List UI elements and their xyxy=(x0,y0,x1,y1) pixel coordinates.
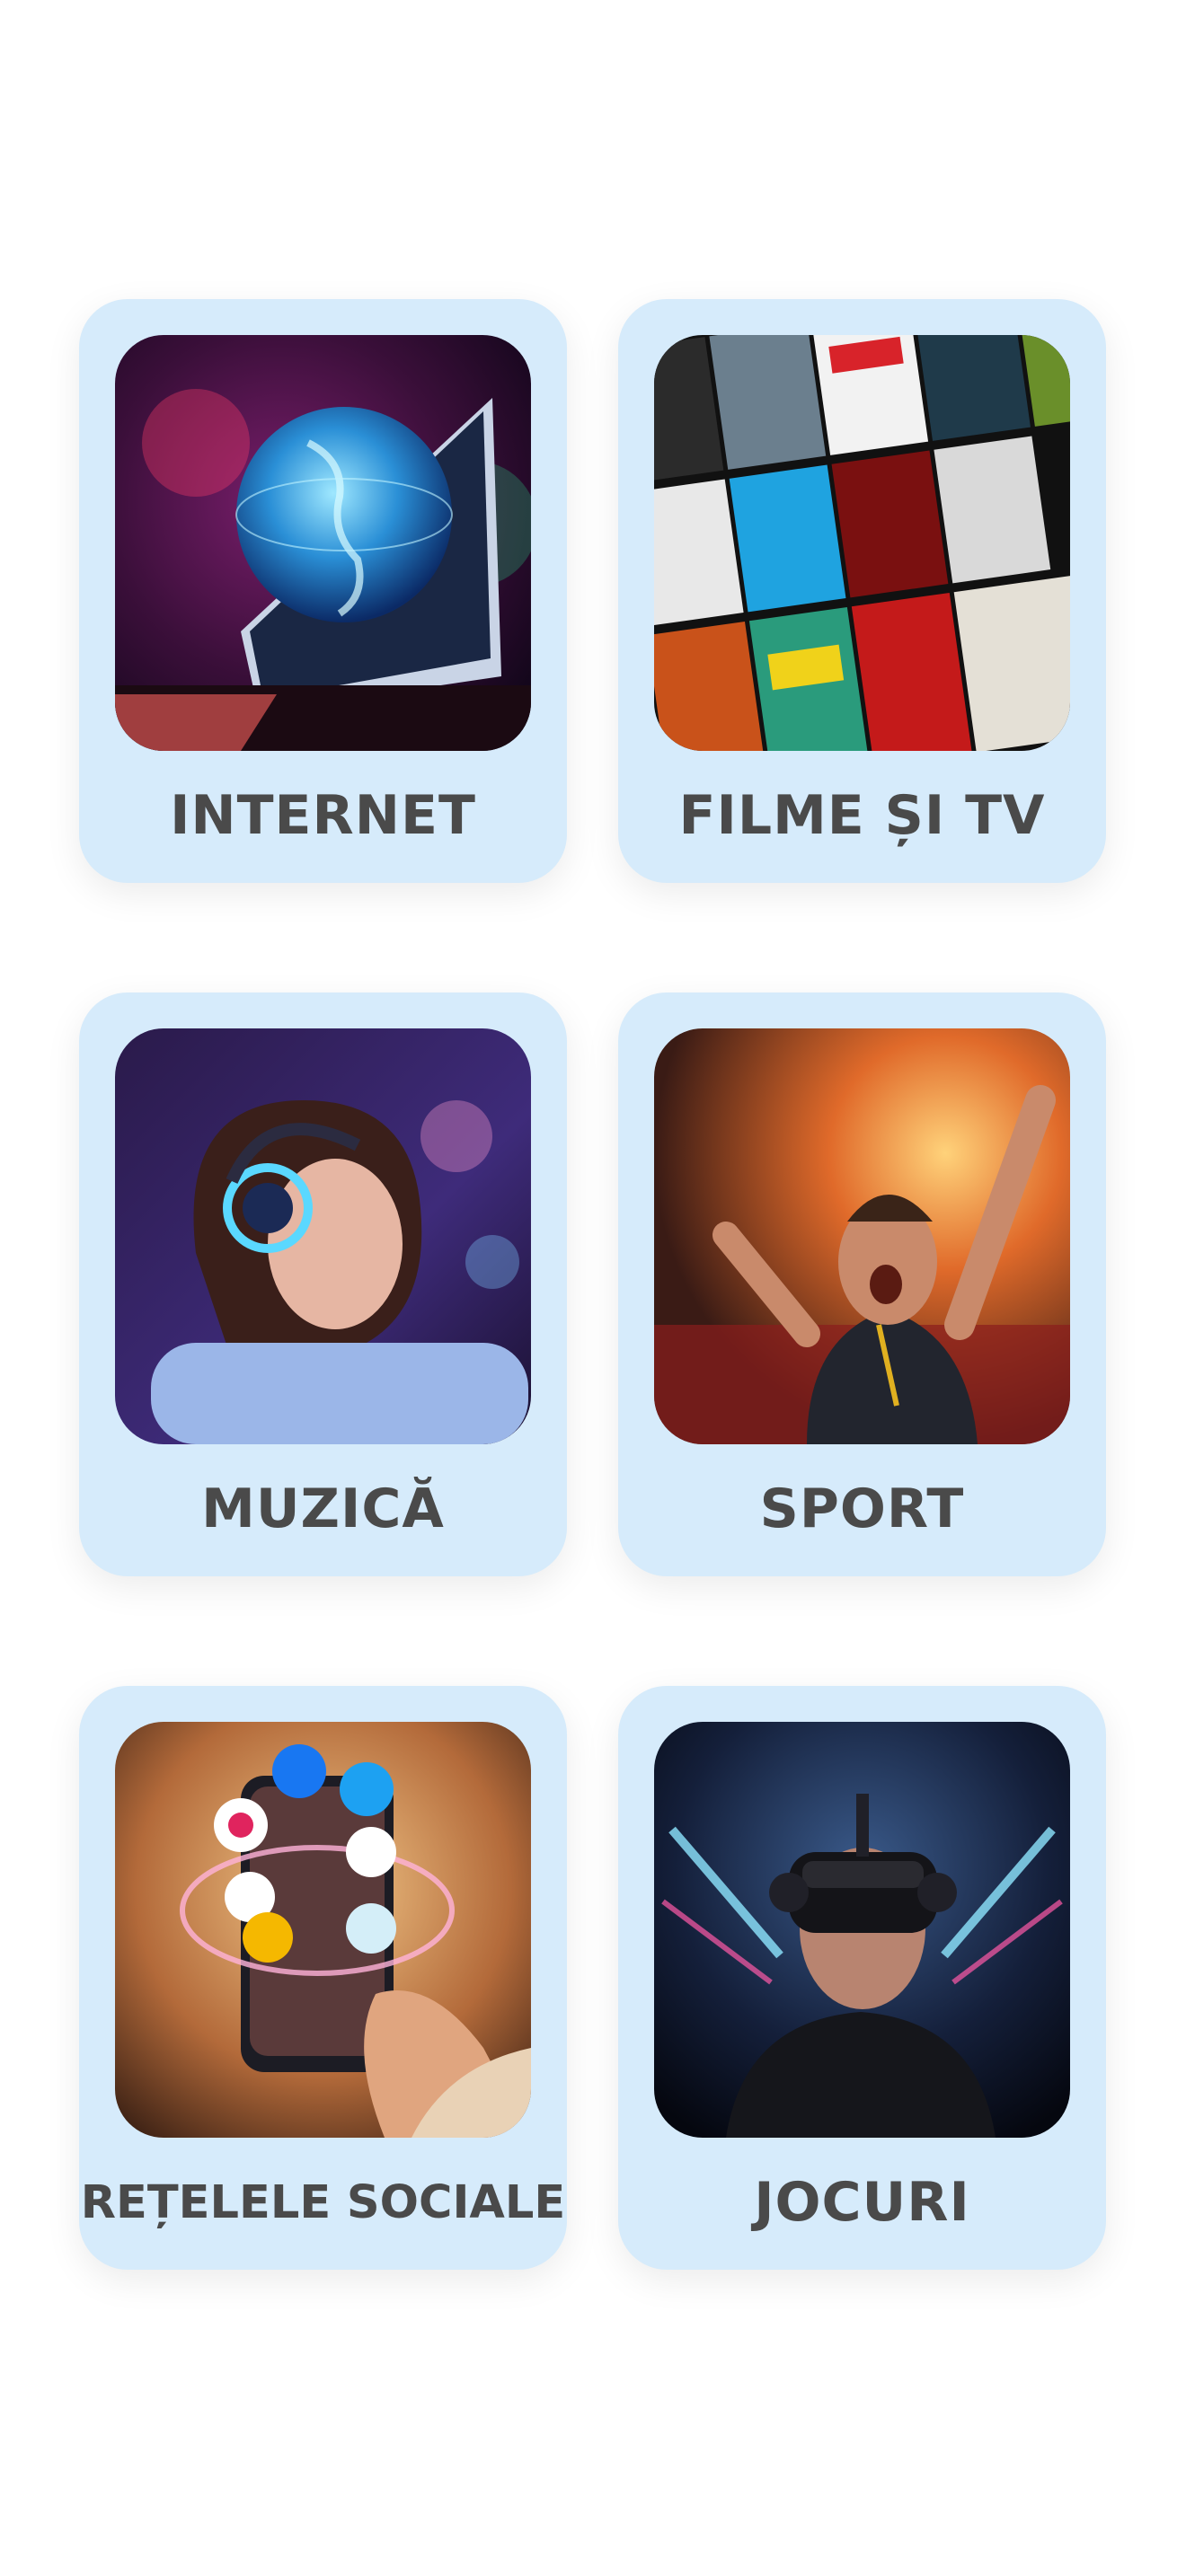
category-card-jocuri[interactable]: JOCURI xyxy=(618,1686,1106,2270)
category-card-muzica[interactable]: MUZICĂ xyxy=(79,992,567,1576)
movie-posters-icon xyxy=(654,335,1070,751)
category-label: FILME ȘI TV xyxy=(678,784,1046,847)
category-label: SPORT xyxy=(759,1478,965,1540)
category-label: INTERNET xyxy=(170,784,476,847)
category-card-filme-si-tv[interactable]: FILME ȘI TV xyxy=(618,299,1106,883)
category-card-sport[interactable]: SPORT xyxy=(618,992,1106,1576)
globe-monitor-icon xyxy=(115,335,531,751)
category-label: JOCURI xyxy=(754,2171,970,2234)
social-phone-icon xyxy=(115,1722,531,2138)
category-card-internet[interactable]: INTERNET xyxy=(79,299,567,883)
sports-fan-icon xyxy=(654,1028,1070,1444)
vr-headset-icon xyxy=(654,1722,1070,2138)
category-card-retelele-sociale[interactable]: REȚELELE SOCIALE xyxy=(79,1686,567,2270)
category-label: REȚELELE SOCIALE xyxy=(80,2175,566,2229)
category-label: MUZICĂ xyxy=(201,1478,445,1540)
headphones-icon xyxy=(115,1028,531,1444)
